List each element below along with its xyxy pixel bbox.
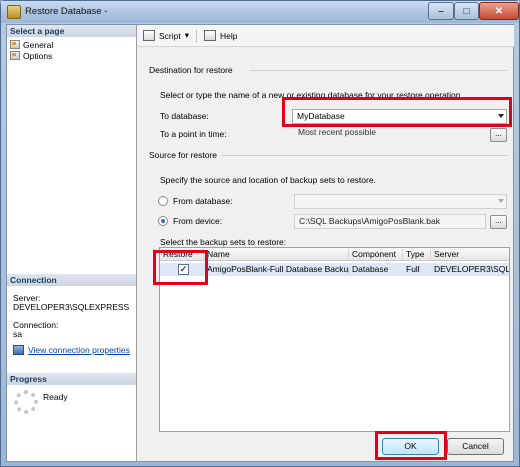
from-device-radio[interactable] bbox=[158, 216, 168, 226]
page-item-label: General bbox=[23, 39, 54, 50]
column-header-type[interactable]: Type bbox=[403, 249, 431, 260]
cell-server: DEVELOPER3\SQL bbox=[434, 264, 510, 274]
maximize-button[interactable]: □ bbox=[454, 2, 479, 20]
from-database-combo[interactable] bbox=[294, 194, 507, 209]
progress-header: Progress bbox=[7, 373, 136, 385]
chevron-down-icon[interactable]: ▾ bbox=[185, 30, 189, 41]
page-item-general[interactable]: General bbox=[10, 39, 53, 50]
backup-sets-caption: Select the backup sets to restore: bbox=[160, 237, 287, 247]
from-device-value: C:\SQL Backups\AmigoPosBlank.bak bbox=[299, 216, 440, 226]
cell-component: Database bbox=[352, 264, 389, 274]
connection-header: Connection bbox=[7, 274, 136, 286]
toolbar-separator bbox=[196, 28, 198, 43]
highlight-ok-button bbox=[375, 431, 447, 460]
page-icon bbox=[10, 40, 20, 49]
to-database-label: To database: bbox=[160, 111, 209, 121]
toolbar: Script ▾ Help bbox=[138, 25, 514, 47]
point-in-time-value: Most recent possible bbox=[298, 127, 376, 137]
point-in-time-browse-button[interactable]: ... bbox=[490, 128, 507, 142]
help-button[interactable]: Help bbox=[220, 31, 237, 41]
point-in-time-label: To a point in time: bbox=[160, 129, 227, 139]
page-item-label: Options bbox=[23, 50, 53, 61]
close-button[interactable]: ✕ bbox=[479, 2, 519, 20]
progress-spinner-icon bbox=[14, 390, 38, 414]
destination-group-title: Destination for restore bbox=[149, 65, 233, 75]
source-group-title: Source for restore bbox=[149, 150, 218, 160]
column-header-component[interactable]: Component bbox=[349, 249, 403, 260]
highlight-to-database bbox=[282, 97, 512, 127]
destination-divider bbox=[250, 70, 508, 71]
from-device-browse-button[interactable]: ... bbox=[490, 215, 507, 229]
window-title: Restore Database - bbox=[25, 6, 108, 17]
highlight-restore-checkbox bbox=[153, 250, 208, 285]
page-icon bbox=[10, 51, 20, 60]
title-bar[interactable]: Restore Database - – □ ✕ bbox=[1, 1, 519, 23]
from-device-label: From device: bbox=[173, 216, 223, 226]
left-pane: Select a page General Options Connection… bbox=[7, 25, 137, 461]
connection-value: sa bbox=[13, 329, 22, 339]
app-icon bbox=[7, 5, 21, 19]
from-database-radio[interactable] bbox=[158, 196, 168, 206]
from-database-label: From database: bbox=[173, 196, 233, 206]
cancel-button[interactable]: Cancel bbox=[447, 438, 504, 455]
view-connection-properties-link[interactable]: View connection properties bbox=[13, 345, 130, 355]
restore-database-window: Restore Database - – □ ✕ Select a page G… bbox=[0, 0, 520, 467]
backup-sets-grid[interactable]: Restore Name Component Type Server ✓ Ami… bbox=[159, 247, 510, 432]
progress-status: Ready bbox=[43, 392, 68, 402]
dialog-client: Select a page General Options Connection… bbox=[6, 24, 514, 462]
grid-header: Restore Name Component Type Server bbox=[160, 248, 509, 261]
column-header-name[interactable]: Name bbox=[204, 249, 349, 260]
page-item-options[interactable]: Options bbox=[10, 50, 52, 61]
help-icon bbox=[204, 30, 217, 41]
cell-type: Full bbox=[406, 264, 420, 274]
from-device-field[interactable]: C:\SQL Backups\AmigoPosBlank.bak bbox=[294, 214, 486, 229]
connection-properties-icon bbox=[13, 345, 24, 355]
source-description: Specify the source and location of backu… bbox=[160, 175, 376, 185]
source-divider bbox=[221, 155, 508, 156]
column-header-server[interactable]: Server bbox=[431, 249, 509, 260]
minimize-button[interactable]: – bbox=[428, 2, 454, 20]
server-value: DEVELOPER3\SQLEXPRESS bbox=[13, 302, 130, 312]
script-icon bbox=[143, 30, 155, 41]
cell-name: AmigoPosBlank-Full Database Backup bbox=[207, 264, 349, 274]
view-connection-properties-label: View connection properties bbox=[28, 345, 130, 355]
script-button[interactable]: Script bbox=[159, 31, 181, 41]
select-page-header: Select a page bbox=[7, 25, 136, 37]
chevron-down-icon[interactable] bbox=[498, 199, 504, 203]
